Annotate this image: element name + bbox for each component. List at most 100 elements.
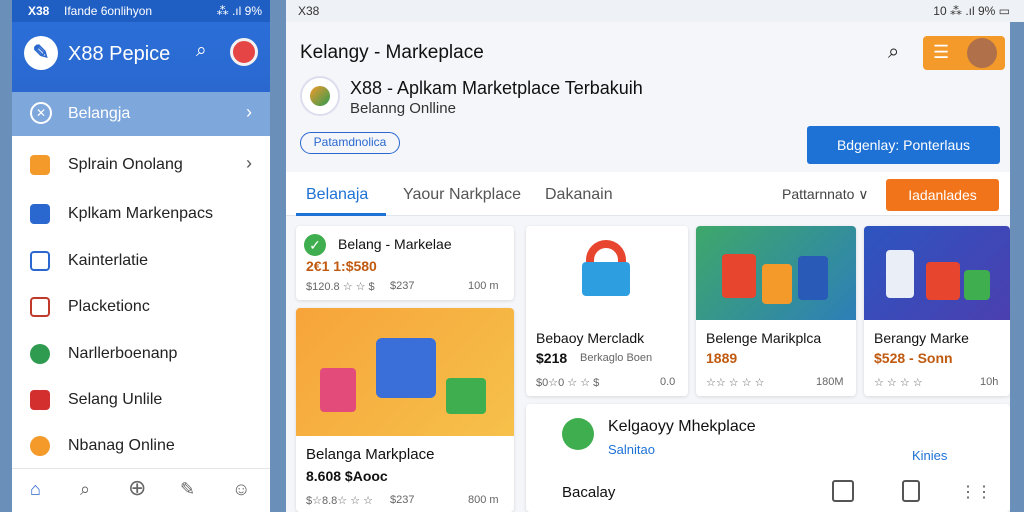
menu-item[interactable]: Placketionc — [12, 284, 270, 330]
search-icon[interactable]: ⌕ — [80, 479, 90, 500]
menu-item[interactable]: Splrain Onolang › — [12, 142, 270, 188]
shop-subtitle: Salnitao — [608, 442, 655, 457]
status-carrier: Ifande 6onlihyon — [64, 4, 153, 18]
menu-item-label: Placketionc — [68, 298, 150, 315]
tab-belanja[interactable]: Belanaja — [306, 186, 368, 204]
product-rating: ☆ ☆ ☆ ☆ — [874, 377, 923, 389]
product-rating: $120.8 ☆ ☆ $ — [306, 281, 375, 293]
tab-dakanain[interactable]: Dakanain — [545, 186, 613, 204]
app-title: X88 Pepice — [68, 43, 171, 65]
brand-name: X88 - Aplkam Marketplace Terbakuih — [350, 78, 643, 98]
product-rating: ☆☆ ☆ ☆ ☆ — [706, 377, 765, 389]
bottom-navigation: ⌂ ⌕ ⊕ ✎ ☺ — [12, 468, 270, 512]
phone-status-bar: X38 Ifande 6onlihyon ⁂ .ıl 9% — [12, 0, 270, 22]
brand-subtitle: Belanng Onlline — [350, 100, 456, 117]
menu-item-label: Selang Unlile — [68, 391, 163, 408]
sort-select[interactable]: Pattarnnato ∨ — [782, 186, 869, 203]
shop-link[interactable]: Kinies — [912, 448, 947, 463]
avatar[interactable] — [967, 38, 997, 68]
product-image — [696, 226, 856, 320]
product-title: Berangy Marke — [874, 330, 969, 346]
product-card[interactable]: Belenge Marikplca 1889 ☆☆ ☆ ☆ ☆ 180M — [696, 226, 856, 396]
product-sold: $237 — [390, 494, 415, 506]
app-logo-icon[interactable]: ✎ — [24, 36, 58, 70]
chat-icon — [30, 344, 50, 364]
mail-icon — [30, 390, 50, 410]
home-icon[interactable]: ⌂ — [30, 479, 41, 500]
product-price: $528 - Sonn — [874, 350, 953, 366]
brand-badge[interactable]: Patamdnolica — [300, 132, 400, 154]
status-indicators: 10 ⁂ .ıl 9% ▭ — [933, 4, 1010, 18]
edit-icon[interactable]: ✎ — [180, 479, 195, 500]
status-time: X38 — [298, 4, 320, 18]
product-title: Belang - Markelae — [338, 236, 452, 252]
chevron-right-icon: › — [246, 102, 252, 122]
product-distance: 180M — [816, 376, 844, 388]
grid-icon[interactable]: ⋮⋮ — [960, 482, 992, 502]
shop-logo-icon — [562, 418, 594, 450]
document-icon — [30, 297, 50, 317]
menu-item[interactable]: Selang Unlile — [12, 377, 270, 423]
shop-card[interactable]: Kelgaoyy Mhekplace Salnitao Kinies Bacal… — [526, 404, 1010, 512]
tab-bar: Belanaja Yaour Narkplace Dakanain Pattar… — [286, 172, 1010, 216]
menu-button[interactable]: ☰ — [923, 36, 1005, 70]
image-icon — [30, 204, 50, 224]
product-card[interactable]: Belanga Markplace 8.608 $Aooc $☆8.8☆ ☆ ☆… — [296, 308, 514, 512]
check-icon: ✓ — [304, 234, 326, 256]
product-title: Bebaoy Mercladk — [536, 330, 645, 346]
menu-item[interactable]: Kplkam Markenpacs — [12, 191, 270, 237]
tablet-status-bar: X38 10 ⁂ .ıl 9% ▭ — [286, 0, 1024, 22]
avatar[interactable] — [230, 38, 258, 66]
menu-item[interactable]: Kainterlatie — [12, 238, 270, 284]
search-icon[interactable]: ⌕ — [196, 40, 207, 62]
filter-button[interactable]: Iadanlades — [886, 179, 999, 211]
menu-item-label: Narllerboenanp — [68, 345, 178, 362]
search-icon[interactable]: ⌕ — [888, 41, 899, 64]
product-subtitle: Berkaglo Boen — [580, 352, 653, 364]
tab-marketplace[interactable]: Yaour Narkplace — [403, 186, 521, 204]
product-card[interactable]: Berangy Marke $528 - Sonn ☆ ☆ ☆ ☆ 10h — [864, 226, 1010, 396]
add-icon[interactable]: ⊕ — [128, 475, 146, 501]
menu-item-label: Splrain Onolang — [68, 156, 183, 173]
product-image — [526, 226, 688, 320]
product-distance: 0.0 — [660, 376, 676, 388]
shop-footer-label: Bacalay — [562, 484, 616, 501]
share-icon[interactable] — [832, 480, 854, 502]
status-time: X38 — [28, 4, 50, 18]
status-indicators: ⁂ .ıl 9% — [216, 4, 262, 18]
product-image — [296, 308, 514, 436]
product-price: 2€1 1:$580 — [306, 258, 377, 274]
hamburger-icon: ☰ — [933, 42, 950, 62]
menu-item-label: Kplkam Markenpacs — [68, 205, 213, 222]
product-distance: 10h — [980, 376, 999, 388]
notification-icon[interactable] — [902, 480, 920, 502]
product-price: 8.608 $Aooc — [306, 468, 388, 484]
profile-icon[interactable]: ☺ — [232, 479, 250, 500]
shop-title: Kelgaoyy Mhekplace — [608, 418, 756, 435]
product-sold: $237 — [390, 280, 415, 292]
product-rating: $0☆0 ☆ ☆ $ — [536, 377, 600, 389]
tablet-screen: Kelangy - Markeplace ⌕ ☰ X88 - Aplkam Ma… — [286, 22, 1010, 512]
product-rating: $☆8.8☆ ☆ ☆ — [306, 495, 373, 507]
menu-item[interactable]: Narllerboenanp — [12, 331, 270, 377]
product-card[interactable]: Bebaoy Mercladk $218 Berkaglo Boen $0☆0 … — [526, 226, 688, 396]
product-title: Belenge Marikplca — [706, 330, 822, 346]
brand-logo-icon — [300, 76, 340, 116]
menu-item-label: Nbanag Online — [68, 437, 175, 454]
product-price: 1889 — [706, 350, 738, 366]
product-distance: 100 m — [468, 280, 499, 292]
menu-item-active[interactable]: ✕ Belangja › — [12, 92, 270, 136]
chevron-right-icon: › — [246, 153, 252, 173]
page-title: Kelangy - Markeplace — [300, 42, 484, 63]
globe-icon — [30, 436, 50, 456]
menu-item-label: Kainterlatie — [68, 252, 149, 269]
product-distance: 800 m — [468, 494, 499, 506]
product-title: Belanga Markplace — [306, 446, 435, 463]
phone-screen: X38 Ifande 6onlihyon ⁂ .ıl 9% ✎ X88 Pepi… — [12, 0, 270, 512]
active-tab-indicator — [296, 213, 386, 216]
primary-cta-button[interactable]: Bdgenlay: Ponterlaus — [807, 126, 1000, 164]
list-icon — [30, 251, 50, 271]
folder-icon — [30, 155, 50, 175]
menu-item[interactable]: Nbanag Online — [12, 423, 270, 469]
product-card[interactable]: ✓ Belang - Markelae 2€1 1:$580 $120.8 ☆ … — [296, 226, 514, 300]
